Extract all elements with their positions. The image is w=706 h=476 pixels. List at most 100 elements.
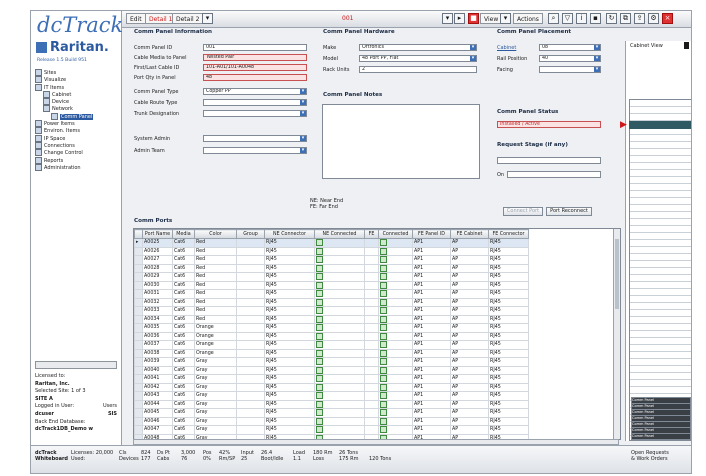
ne-connected-checkbox[interactable] [316, 307, 323, 315]
ne-connected-checkbox[interactable] [316, 400, 323, 408]
ne-connected-checkbox[interactable] [316, 315, 323, 323]
column-header[interactable] [134, 229, 143, 239]
print-icon[interactable]: ■ [468, 13, 479, 24]
fe-connected-checkbox[interactable] [380, 349, 387, 357]
detail2-tab[interactable]: Detail 2 [172, 13, 204, 24]
column-header[interactable]: Group [236, 229, 265, 239]
fe-connected-checkbox[interactable] [380, 400, 387, 408]
port-row[interactable]: A0036 Cat6 Orange RJ45 AP1 AP RJ45 [134, 331, 529, 341]
edit-button[interactable]: Edit [126, 13, 146, 24]
port-row[interactable]: A0040 Cat6 Gray RJ45 AP1 AP RJ45 [134, 365, 529, 375]
column-header[interactable]: Connected [378, 229, 413, 239]
port-row[interactable]: A0030 Cat6 Red RJ45 AP1 AP RJ45 [134, 280, 529, 290]
export-icon[interactable]: ⇪ [634, 13, 645, 24]
port-row[interactable]: A0042 Cat6 Gray RJ45 AP1 AP RJ45 [134, 382, 529, 392]
make-select[interactable]: Ortronics [359, 44, 477, 51]
system-admin-select[interactable] [203, 135, 307, 142]
admin-team-select[interactable] [203, 147, 307, 154]
port-row[interactable]: ▸ A0025 Cat6 Red RJ45 AP1 AP RJ45 [134, 238, 529, 248]
ne-connected-checkbox[interactable] [316, 392, 323, 400]
grid-vertical-scrollbar[interactable] [613, 229, 620, 439]
rail-position-select[interactable]: 40 [539, 55, 601, 62]
port-row[interactable]: A0037 Cat6 Orange RJ45 AP1 AP RJ45 [134, 340, 529, 350]
tree-item[interactable]: Comm Panel [35, 112, 119, 120]
column-header[interactable]: NE Connected [314, 229, 365, 239]
port-row[interactable]: A0026 Cat6 Red RJ45 AP1 AP RJ45 [134, 246, 529, 256]
ne-connected-checkbox[interactable] [316, 256, 323, 264]
ne-connected-checkbox[interactable] [316, 324, 323, 332]
port-row[interactable]: A0027 Cat6 Red RJ45 AP1 AP RJ45 [134, 255, 529, 265]
fe-connected-checkbox[interactable] [380, 247, 387, 255]
column-header[interactable]: NE Connector [264, 229, 315, 239]
fe-connected-checkbox[interactable] [380, 417, 387, 425]
fe-connected-checkbox[interactable] [380, 383, 387, 391]
fe-connected-checkbox[interactable] [380, 366, 387, 374]
column-header[interactable]: Port Name [142, 229, 173, 239]
tree-item[interactable]: IP Space [35, 134, 119, 142]
open-requests[interactable]: Open Requests & Work Orders [631, 450, 669, 462]
ne-connected-checkbox[interactable] [316, 409, 323, 417]
fe-connected-checkbox[interactable] [380, 341, 387, 349]
column-header[interactable]: FE Panel ID [412, 229, 451, 239]
ne-connected-checkbox[interactable] [316, 366, 323, 374]
fe-connected-checkbox[interactable] [380, 256, 387, 264]
trunk-select[interactable] [203, 110, 307, 117]
close-icon[interactable]: × [662, 13, 673, 24]
ne-connected-checkbox[interactable] [316, 341, 323, 349]
tree-item[interactable]: Device [35, 98, 119, 106]
tree-item[interactable]: Environ. Items [35, 127, 119, 135]
port-row[interactable]: A0028 Cat6 Red RJ45 AP1 AP RJ45 [134, 263, 529, 273]
connect-port-button[interactable]: Connect Port [503, 207, 543, 216]
request-stage-input[interactable] [497, 157, 601, 164]
rack-comm-panel[interactable]: Comm Panel [631, 433, 691, 440]
status-input[interactable]: Installed / Active [497, 121, 601, 128]
model-select[interactable]: 48 Port PP, Flat [359, 55, 477, 62]
fe-connected-checkbox[interactable] [380, 307, 387, 315]
fe-connected-checkbox[interactable] [380, 324, 387, 332]
column-header[interactable]: FE Connector [488, 229, 529, 239]
first-last-input[interactable]: 101-A01/101-A0048 [203, 64, 307, 71]
next-icon[interactable]: ▸ [454, 13, 465, 24]
column-header[interactable]: FE Cabinet [450, 229, 489, 239]
ne-connected-checkbox[interactable] [316, 375, 323, 383]
cabinet-view-icon[interactable] [684, 42, 689, 49]
port-row[interactable]: A0038 Cat6 Orange RJ45 AP1 AP RJ45 [134, 348, 529, 358]
ne-connected-checkbox[interactable] [316, 247, 323, 255]
ne-connected-checkbox[interactable] [316, 281, 323, 289]
on-date-input[interactable] [507, 171, 601, 178]
cabinet-select[interactable]: 08 [539, 44, 601, 51]
tree-item[interactable]: Visualize [35, 76, 119, 84]
tree-item[interactable]: Administration [35, 163, 119, 171]
port-row[interactable]: A0039 Cat6 Gray RJ45 AP1 AP RJ45 [134, 357, 529, 367]
ne-connected-checkbox[interactable] [316, 426, 323, 434]
port-row[interactable]: A0046 Cat6 Gray RJ45 AP1 AP RJ45 [134, 416, 529, 426]
column-header[interactable]: Color [194, 229, 237, 239]
rack-selected-unit[interactable] [629, 121, 691, 129]
port-row[interactable]: A0041 Cat6 Gray RJ45 AP1 AP RJ45 [134, 374, 529, 384]
tree-item[interactable]: Reports [35, 156, 119, 164]
notes-textarea[interactable] [322, 104, 480, 179]
fe-connected-checkbox[interactable] [380, 409, 387, 417]
port-row[interactable]: A0045 Cat6 Gray RJ45 AP1 AP RJ45 [134, 408, 529, 418]
fe-connected-checkbox[interactable] [380, 290, 387, 298]
dropdown-icon[interactable]: ▾ [202, 13, 213, 24]
fe-connected-checkbox[interactable] [380, 264, 387, 272]
item-dropdown-icon[interactable]: ▾ [442, 13, 453, 24]
tree-item[interactable]: IT Items [35, 83, 119, 91]
copy-icon[interactable]: ⧉ [620, 13, 631, 24]
filter-icon[interactable]: ▽ [562, 13, 573, 24]
column-header[interactable]: Media [172, 229, 195, 239]
fe-connected-checkbox[interactable] [380, 239, 387, 247]
port-row[interactable]: A0032 Cat6 Red RJ45 AP1 AP RJ45 [134, 297, 529, 307]
fe-connected-checkbox[interactable] [380, 332, 387, 340]
ne-connected-checkbox[interactable] [316, 349, 323, 357]
ne-connected-checkbox[interactable] [316, 358, 323, 366]
search-icon[interactable]: ⌕ [548, 13, 559, 24]
tree-item[interactable]: Connections [35, 141, 119, 149]
settings-icon[interactable]: ⚙ [648, 13, 659, 24]
port-row[interactable]: A0035 Cat6 Orange RJ45 AP1 AP RJ45 [134, 323, 529, 333]
tree-item[interactable]: Sites [35, 69, 119, 76]
view-dropdown-icon[interactable]: ▾ [500, 13, 511, 24]
tree-item[interactable]: Power Items [35, 120, 119, 128]
panel-type-select[interactable]: Copper PP [203, 88, 307, 95]
